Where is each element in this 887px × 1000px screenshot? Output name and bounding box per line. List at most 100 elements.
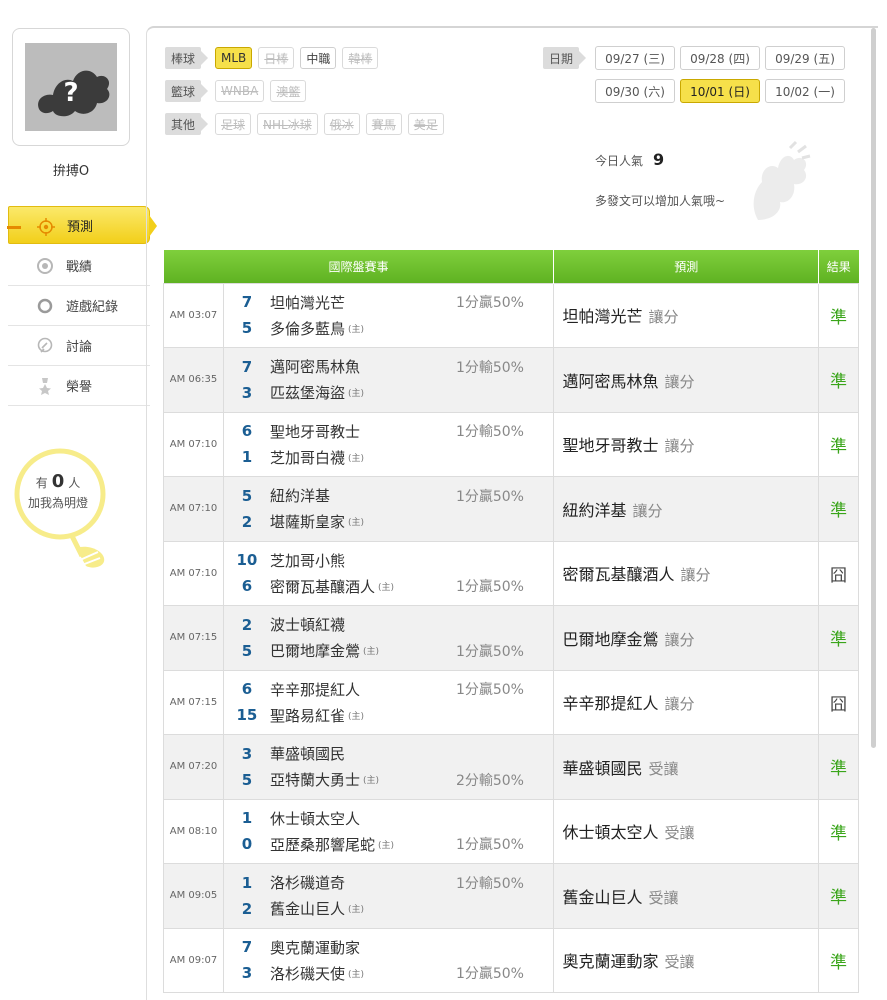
home-marker: (主) — [347, 905, 364, 916]
left-sidebar: ? 拚搏O 預測 戰績 遊戲紀錄 討論 榮譽 有0人 加我為明燈 — [0, 0, 157, 1000]
prediction-cell: 紐約洋基 讓分 — [553, 476, 820, 542]
home-score: 3 — [241, 383, 253, 402]
table-row: AM 03:07 7 坦帕灣光芒 1分贏50% 5 多倫多藍鳥 (主) 坦帕灣光芒 讓分準 — [163, 282, 859, 348]
home-line: 6 密爾瓦基釀酒人 (主) 1分贏50% — [224, 573, 554, 599]
popularity: 今日人氣 9 — [595, 150, 664, 169]
nav-item-label: 討論 — [66, 340, 93, 355]
filter-chip: WNBA — [215, 80, 265, 102]
handicap: 2分輸50% — [455, 772, 524, 789]
prediction-cell: 辛辛那提紅人 讓分 — [553, 669, 820, 735]
away-team: 聖地牙哥教士 — [269, 422, 360, 441]
nav-item-2[interactable]: 遊戲紀錄 — [8, 286, 150, 326]
match-time: AM 07:10 — [163, 411, 224, 477]
filter-row: 籃球 WNBA 澳籃 — [165, 79, 450, 103]
match-cell[interactable]: 1 休士頓太空人 0 亞歷桑那響尾蛇 (主) 1分贏50% — [222, 798, 555, 864]
match-cell[interactable]: 3 華盛頓國民 5 亞特蘭大勇士 (主) 2分輸50% — [222, 734, 555, 800]
match-cell[interactable]: 1 洛杉磯道奇 1分輸50% 2 舊金山巨人 (主) — [222, 863, 555, 929]
away-score: 7 — [241, 293, 253, 312]
nav-item-label: 遊戲紀錄 — [66, 300, 119, 315]
profile-nav: 預測戰績遊戲紀錄討論榮譽 — [7, 206, 157, 406]
home-marker: (主) — [347, 389, 364, 400]
handicap: 1分贏50% — [455, 643, 524, 660]
home-team: 亞特蘭大勇士 — [269, 771, 360, 790]
unknown-user-icon: ? — [38, 70, 110, 117]
home-score: 0 — [241, 835, 253, 854]
match-time: AM 06:35 — [163, 347, 224, 413]
prediction-team: 舊金山巨人 — [562, 887, 643, 907]
table-row: AM 07:15 2 波士頓紅襪 5 巴爾地摩金鶯 (主) 1分贏50% 巴爾地摩金鶯 讓分準 — [163, 605, 859, 671]
filter-chip[interactable]: 中職 — [300, 47, 337, 69]
home-score: 15 — [236, 706, 258, 725]
lamp-cta[interactable]: 加我為明燈 — [12, 493, 104, 513]
table-row: AM 07:10 10 芝加哥小熊 6 密爾瓦基釀酒人 (主) 1分贏50% 密爾瓦基釀酒人讓… — [163, 540, 859, 606]
popularity-label: 今日人氣 — [595, 154, 644, 168]
date-button[interactable]: 09/30 (六) — [595, 79, 675, 103]
away-line: 7 坦帕灣光芒 1分贏50% — [224, 289, 554, 315]
lamp-prefix: 有 — [35, 476, 48, 490]
result-badge: 準 — [818, 927, 859, 993]
nav-item-1[interactable]: 戰績 — [8, 246, 150, 286]
away-score: 2 — [241, 615, 253, 634]
match-cell[interactable]: 2 波士頓紅襪 5 巴爾地摩金鶯 (主) 1分贏50% — [222, 605, 555, 671]
popularity-value: 9 — [653, 150, 665, 169]
filter-chip: 俄冰 — [323, 113, 360, 135]
filter-chip: 澳籃 — [270, 80, 307, 102]
prediction-cell: 密爾瓦基釀酒人 讓分 — [553, 540, 820, 606]
prediction-team: 巴爾地摩金鶯 — [562, 629, 659, 649]
header-prediction: 預測 — [553, 250, 820, 283]
handicap: 1分輸50% — [455, 424, 524, 441]
prediction-type: 讓分 — [664, 695, 695, 714]
filter-chip[interactable]: MLB — [215, 47, 253, 69]
home-score: 5 — [241, 770, 253, 789]
match-cell[interactable]: 6 聖地牙哥教士 1分輸50% 1 芝加哥白襪 (主) — [222, 411, 555, 477]
home-line: 2 舊金山巨人 (主) — [224, 896, 554, 922]
prediction-cell: 聖地牙哥教士 讓分 — [553, 411, 820, 477]
home-team: 聖路易紅雀 — [269, 706, 345, 725]
handicap: 1分贏50% — [455, 966, 524, 983]
match-time: AM 07:15 — [163, 669, 224, 735]
away-team: 波士頓紅襪 — [269, 616, 345, 635]
home-line: 3 洛杉磯天使 (主) 1分贏50% — [224, 960, 554, 986]
match-cell[interactable]: 5 紐約洋基 1分贏50% 2 堪薩斯皇家 (主) — [222, 476, 555, 542]
record-icon — [36, 257, 54, 275]
date-button[interactable]: 09/28 (四) — [680, 46, 760, 70]
prediction-cell: 坦帕灣光芒 讓分 — [553, 282, 820, 348]
match-cell[interactable]: 7 奧克蘭運動家 3 洛杉磯天使 (主) 1分贏50% — [222, 927, 555, 993]
date-button[interactable]: 09/29 (五) — [765, 46, 845, 70]
nav-item-3[interactable]: 討論 — [8, 326, 150, 366]
result-badge: 囧 — [818, 669, 859, 735]
avatar[interactable]: ? — [12, 28, 130, 146]
prediction-team: 休士頓太空人 — [562, 823, 659, 843]
away-line: 2 波士頓紅襪 — [224, 612, 554, 638]
filter-row: 其他 足球 NHL冰球 俄冰 賽馬 美足 — [165, 112, 450, 136]
nav-item-label: 預測 — [67, 219, 94, 235]
table-row: AM 09:07 7 奧克蘭運動家 3 洛杉磯天使 (主) 1分贏50% 奧克蘭運動家 受讓準 — [163, 927, 859, 993]
table-row: AM 07:10 5 紐約洋基 1分贏50% 2 堪薩斯皇家 (主) 紐約洋基 讓分準 — [163, 476, 859, 542]
lamp-count: 0 — [51, 471, 65, 492]
avatar-placeholder: ? — [25, 43, 117, 131]
prediction-team: 紐約洋基 — [562, 500, 627, 520]
away-team: 芝加哥小熊 — [269, 551, 345, 570]
away-team: 坦帕灣光芒 — [269, 293, 345, 312]
match-cell[interactable]: 6 辛辛那提紅人 1分贏50% 15 聖路易紅雀 (主) — [222, 669, 555, 735]
home-line: 15 聖路易紅雀 (主) — [224, 702, 554, 728]
match-time: AM 07:15 — [163, 605, 224, 671]
main-panel: 棒球 MLB 日棒 中職 韓棒 籃球 WNBA 澳籃 其他 足球 NHL冰球 俄冰 賽馬 美足 日期 09… — [146, 26, 878, 1000]
away-line: 1 洛杉磯道奇 1分輸50% — [224, 870, 554, 896]
prediction-team: 坦帕灣光芒 — [562, 307, 643, 327]
match-cell[interactable]: 10 芝加哥小熊 6 密爾瓦基釀酒人 (主) 1分贏50% — [222, 540, 555, 606]
match-cell[interactable]: 7 坦帕灣光芒 1分贏50% 5 多倫多藍鳥 (主) — [222, 282, 555, 348]
nav-item-4[interactable]: 榮譽 — [8, 366, 150, 406]
away-team: 奧克蘭運動家 — [269, 938, 360, 957]
prediction-cell: 巴爾地摩金鶯 讓分 — [553, 605, 820, 671]
nav-item-label: 戰績 — [66, 260, 93, 275]
nav-item-0[interactable]: 預測 — [7, 206, 157, 244]
date-button[interactable]: 10/01 (日) — [680, 79, 760, 103]
date-button[interactable]: 10/02 (一) — [765, 79, 845, 103]
medal-icon — [36, 377, 54, 395]
home-team: 密爾瓦基釀酒人 — [269, 577, 375, 596]
match-cell[interactable]: 7 邁阿密馬林魚 1分輸50% 3 匹茲堡海盜 (主) — [222, 347, 555, 413]
date-button[interactable]: 09/27 (三) — [595, 46, 675, 70]
scrollbar[interactable] — [871, 28, 876, 748]
home-line: 5 巴爾地摩金鶯 (主) 1分贏50% — [224, 638, 554, 664]
